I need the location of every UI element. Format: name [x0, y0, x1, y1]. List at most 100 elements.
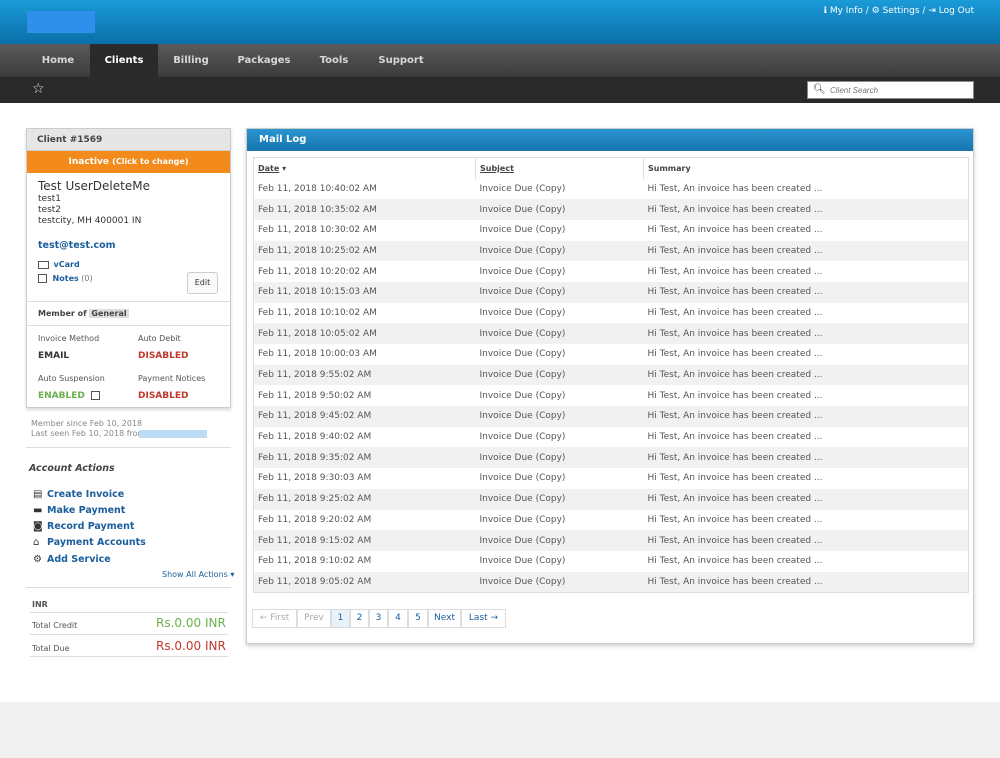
subject-cell: Invoice Due (Copy) — [475, 240, 644, 262]
notes-label: Notes — [52, 274, 79, 283]
column-date[interactable]: Date ▾ — [253, 157, 476, 179]
invoice-method-value: EMAIL — [38, 351, 70, 361]
date-cell: Feb 11, 2018 9:30:03 AM — [253, 468, 476, 489]
table-row[interactable]: Feb 11, 2018 9:20:02 AM Invoice Due (Copy… — [253, 509, 969, 531]
calendar-icon[interactable] — [91, 391, 100, 400]
top-link-separator: / — [865, 6, 869, 16]
subject-cell: Invoice Due (Copy) — [475, 406, 644, 427]
table-row[interactable]: Feb 11, 2018 9:10:02 AM Invoice Due (Copy… — [253, 550, 969, 572]
table-row[interactable]: Feb 11, 2018 10:20:02 AM Invoice Due (Cop… — [253, 261, 969, 282]
cog-icon: ⚙ — [33, 554, 42, 565]
pagination-page-4[interactable]: 4 — [388, 609, 408, 628]
money-icon: ◙ — [33, 521, 43, 532]
auto-suspension-value[interactable]: ENABLED — [38, 391, 100, 401]
payment-notices-label: Payment Notices — [138, 374, 206, 383]
last-seen-text: Last seen Feb 10, 2018 from — [31, 429, 146, 438]
table-row[interactable]: Feb 11, 2018 9:05:02 AM Invoice Due (Copy… — [253, 571, 969, 593]
client-search[interactable]: 🔍︎ — [807, 81, 974, 99]
date-cell: Feb 11, 2018 9:35:02 AM — [253, 447, 476, 469]
client-summary-panel: Client #1569 Inactive (Click to change) … — [26, 128, 231, 408]
payment-notices-value[interactable]: DISABLED — [138, 391, 188, 401]
vcard-link[interactable]: vCard — [38, 260, 80, 269]
subject-cell: Invoice Due (Copy) — [475, 344, 644, 365]
nav-tab-billing[interactable]: Billing — [158, 44, 224, 77]
last-seen: Last seen Feb 10, 2018 from — [31, 429, 145, 438]
date-cell: Feb 11, 2018 9:50:02 AM — [253, 385, 476, 407]
logout-icon: ⇥ — [928, 6, 936, 16]
pagination-next[interactable]: Next — [428, 609, 461, 628]
total-credit-value: Rs.0.00 INR — [156, 616, 226, 630]
star-icon[interactable]: ☆ — [32, 81, 45, 97]
record-payment-link[interactable]: Record Payment — [47, 521, 134, 532]
table-row[interactable]: Feb 11, 2018 9:35:02 AM Invoice Due (Copy… — [253, 447, 969, 469]
pagination-last[interactable]: Last → — [461, 609, 506, 628]
logout-link[interactable]: Log Out — [939, 6, 974, 16]
pagination-page-1[interactable]: 1 — [331, 609, 350, 628]
subject-cell: Invoice Due (Copy) — [475, 219, 644, 241]
pagination-page-2[interactable]: 2 — [350, 609, 369, 628]
subject-cell: Invoice Due (Copy) — [475, 178, 644, 200]
table-row[interactable]: Feb 11, 2018 9:40:02 AM Invoice Due (Copy… — [253, 426, 969, 448]
table-row[interactable]: Feb 11, 2018 9:25:02 AM Invoice Due (Copy… — [253, 488, 969, 510]
notes-link[interactable]: Notes (0) — [38, 274, 93, 283]
add-service-link[interactable]: Add Service — [47, 554, 111, 565]
auto-suspension-label: Auto Suspension — [38, 374, 105, 383]
table-row[interactable]: Feb 11, 2018 10:40:02 AM Invoice Due (Cop… — [253, 178, 969, 200]
member-since: Member since Feb 10, 2018 — [31, 419, 143, 428]
nav-tab-support[interactable]: Support — [364, 44, 438, 77]
summary-cell: Hi Test, An invoice has been created ... — [643, 447, 969, 469]
column-summary: Summary — [643, 157, 969, 179]
table-row[interactable]: Feb 11, 2018 10:05:02 AM Invoice Due (Cop… — [253, 323, 969, 344]
table-row[interactable]: Feb 11, 2018 10:25:02 AM Invoice Due (Cop… — [253, 240, 969, 262]
group-badge[interactable]: General — [89, 309, 129, 318]
client-search-input[interactable] — [830, 83, 970, 97]
column-subject[interactable]: Subject — [475, 157, 644, 179]
client-status-hint: (Click to change) — [112, 157, 189, 166]
subject-cell: Invoice Due (Copy) — [475, 281, 644, 303]
date-cell: Feb 11, 2018 9:25:02 AM — [253, 488, 476, 510]
settings-link[interactable]: Settings — [883, 6, 920, 16]
date-cell: Feb 11, 2018 10:30:02 AM — [253, 219, 476, 241]
show-all-actions[interactable]: Show All Actions ▾ — [162, 570, 234, 579]
client-status-toggle[interactable]: Inactive (Click to change) — [27, 151, 230, 173]
subject-cell: Invoice Due (Copy) — [475, 426, 644, 448]
table-row[interactable]: Feb 11, 2018 10:15:03 AM Invoice Due (Cop… — [253, 281, 969, 303]
table-row[interactable]: Feb 11, 2018 9:30:03 AM Invoice Due (Copy… — [253, 468, 969, 489]
nav-tab-clients[interactable]: Clients — [90, 44, 158, 77]
table-row[interactable]: Feb 11, 2018 10:30:02 AM Invoice Due (Cop… — [253, 219, 969, 241]
my-info-link[interactable]: My Info — [830, 6, 863, 16]
top-links: ℹ My Info / ⚙ Settings / ⇥ Log Out — [824, 6, 974, 16]
table-row[interactable]: Feb 11, 2018 9:55:02 AM Invoice Due (Copy… — [253, 364, 969, 386]
table-row[interactable]: Feb 11, 2018 10:10:02 AM Invoice Due (Cop… — [253, 302, 969, 324]
currency-label: INR — [32, 600, 48, 609]
nav-tab-packages[interactable]: Packages — [224, 44, 304, 77]
table-row[interactable]: Feb 11, 2018 9:50:02 AM Invoice Due (Copy… — [253, 385, 969, 407]
create-invoice-link[interactable]: Create Invoice — [47, 489, 124, 500]
table-row[interactable]: Feb 11, 2018 10:35:02 AM Invoice Due (Cop… — [253, 199, 969, 220]
table-row[interactable]: Feb 11, 2018 9:45:02 AM Invoice Due (Copy… — [253, 406, 969, 427]
pagination-prev: Prev — [297, 609, 331, 628]
edit-client-button[interactable]: Edit — [187, 272, 218, 294]
table-row[interactable]: Feb 11, 2018 10:00:03 AM Invoice Due (Cop… — [253, 344, 969, 365]
pagination-page-3[interactable]: 3 — [369, 609, 388, 628]
pagination-page-5[interactable]: 5 — [408, 609, 428, 628]
summary-cell: Hi Test, An invoice has been created ... — [643, 364, 969, 386]
make-payment-link[interactable]: Make Payment — [47, 505, 125, 516]
payment-accounts-link[interactable]: Payment Accounts — [47, 537, 146, 548]
brand-logo[interactable] — [27, 11, 95, 33]
client-email-link[interactable]: test@test.com — [38, 240, 116, 251]
date-cell: Feb 11, 2018 10:00:03 AM — [253, 344, 476, 365]
nav-tab-home[interactable]: Home — [26, 44, 90, 77]
summary-cell: Hi Test, An invoice has been created ... — [643, 385, 969, 407]
summary-cell: Hi Test, An invoice has been created ... — [643, 219, 969, 241]
date-cell: Feb 11, 2018 9:45:02 AM — [253, 406, 476, 427]
subject-cell: Invoice Due (Copy) — [475, 571, 644, 593]
date-cell: Feb 11, 2018 9:15:02 AM — [253, 530, 476, 551]
summary-cell: Hi Test, An invoice has been created ... — [643, 571, 969, 593]
nav-tab-tools[interactable]: Tools — [304, 44, 364, 77]
auto-debit-value[interactable]: DISABLED — [138, 351, 188, 361]
table-row[interactable]: Feb 11, 2018 9:15:02 AM Invoice Due (Copy… — [253, 530, 969, 551]
summary-cell: Hi Test, An invoice has been created ... — [643, 426, 969, 448]
top-link-separator: / — [922, 6, 926, 16]
total-credit-label: Total Credit — [32, 621, 78, 630]
